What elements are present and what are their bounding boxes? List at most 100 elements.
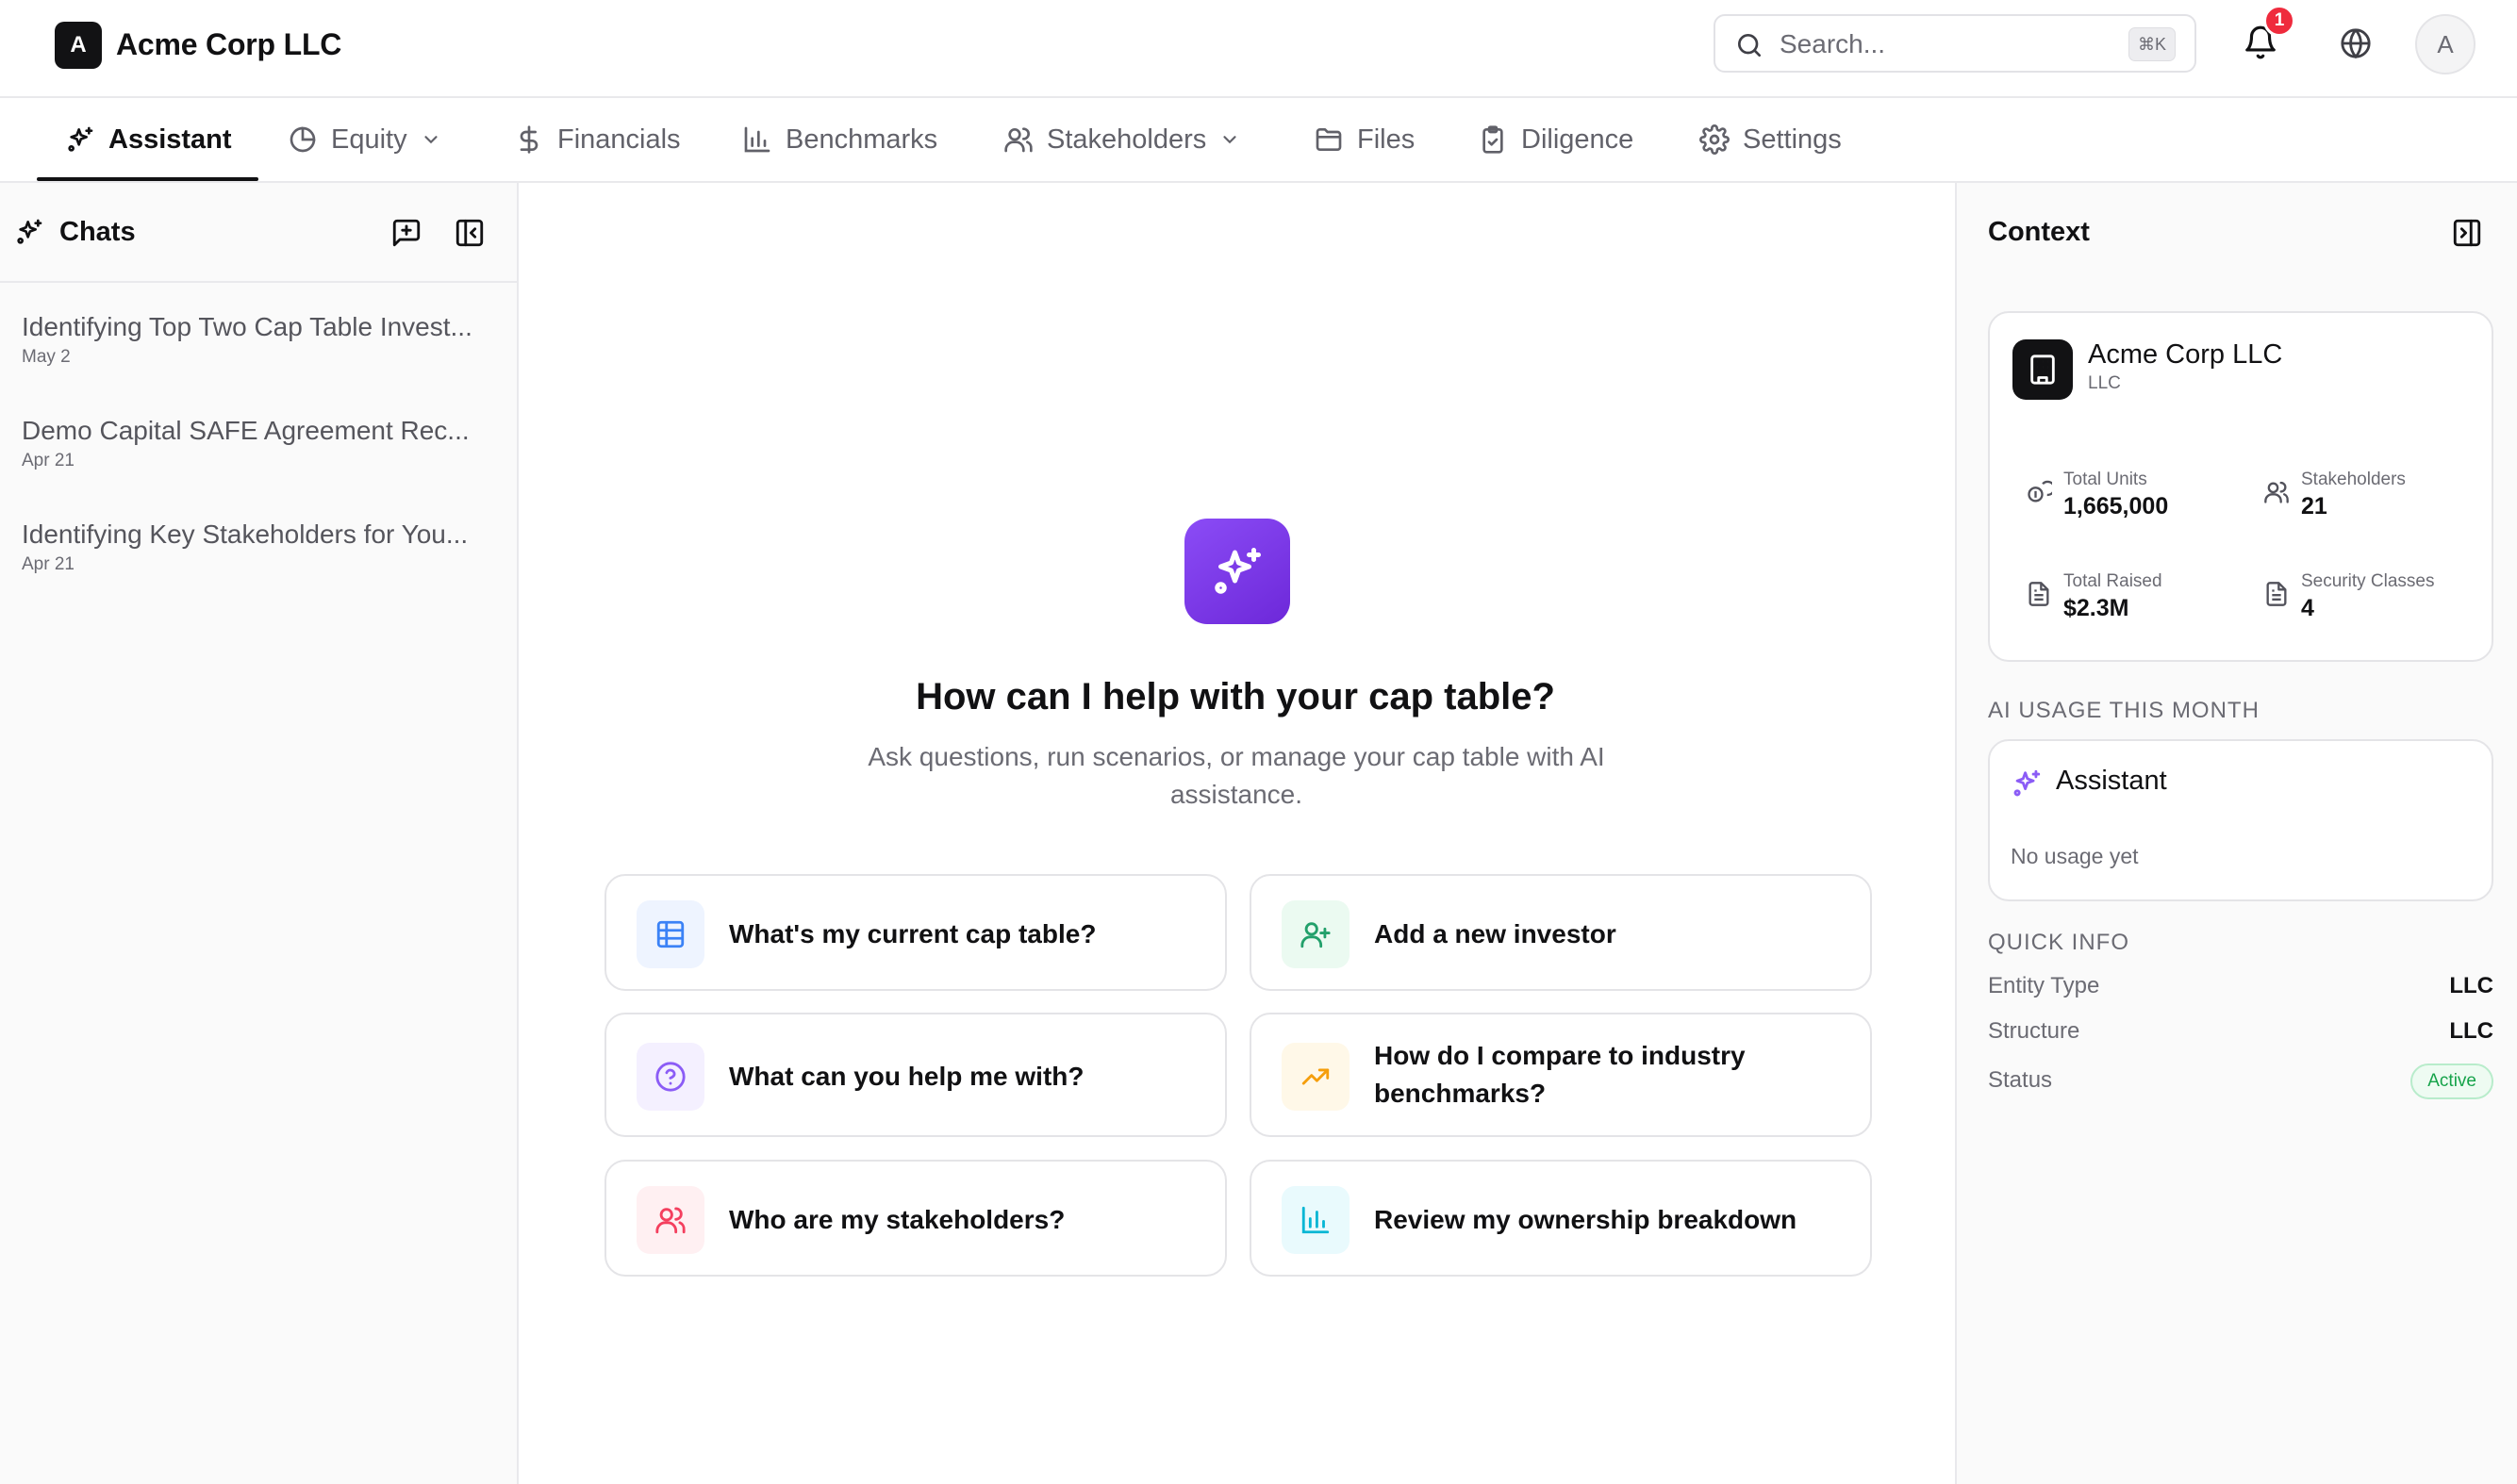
chevron-down-icon [424,136,438,144]
chat-list-item[interactable]: Identifying Key Stakeholders for You... … [22,519,493,575]
assistant-hero-icon [1184,519,1290,624]
chats-title: Chats [59,217,136,247]
help-circle-icon [637,1043,704,1111]
tab-financials[interactable]: Financials [514,98,681,181]
suggestion-label: How do I compare to industry benchmarks? [1374,1041,1746,1108]
tab-label: Financials [557,124,681,155]
quick-info-key: Status [1988,1067,2053,1093]
chat-date: Apr 21 [22,554,75,574]
main-tabs: Assistant Equity Financials Benchmarks S… [0,98,2517,183]
quick-info-row: Structure LLC [1988,1014,2493,1052]
document-icon [2026,581,2052,607]
panel-right-close-icon [2453,219,2481,247]
chat-sidebar: Chats Identifying Top Two Cap Table Inve… [0,183,519,1484]
suggestion-label: What can you help me with? [729,1062,1085,1091]
suggestion-label: Review my ownership breakdown [1374,1205,1797,1234]
suggestion-card[interactable]: Add a new investor [1250,874,1872,991]
quick-info-value: LLC [2449,973,2493,998]
company-name: Acme Corp LLC [2088,339,2283,370]
tab-label: Assistant [108,124,232,155]
tab-label: Diligence [1521,124,1634,155]
bar-chart-icon [744,126,770,153]
suggestion-card[interactable]: Review my ownership breakdown [1250,1160,1872,1277]
clipboard-check-icon [1482,125,1503,154]
tab-label: Benchmarks [786,124,938,155]
sparkles-icon [68,126,93,152]
chat-list-item[interactable]: Demo Capital SAFE Agreement Rec... Apr 2… [22,415,493,471]
stat-value: 1,665,000 [2063,493,2169,519]
dollar-icon [520,125,538,154]
quick-info-value: LLC [2449,1018,2493,1044]
chat-list-item[interactable]: Identifying Top Two Cap Table Invest... … [22,311,493,368]
suggestion-card[interactable]: What can you help me with? [604,1013,1227,1137]
ai-usage-card: Assistant No usage yet [1988,739,2493,901]
quick-info-row: Entity Type LLC [1988,969,2493,1007]
message-plus-icon [392,219,421,247]
pie-chart-icon [290,126,316,153]
table-icon [637,900,704,968]
chat-date: Apr 21 [22,451,75,470]
tab-equity[interactable]: Equity [288,98,441,181]
stat-value: 4 [2301,595,2314,621]
suggestion-card[interactable]: Who are my stakeholders? [604,1160,1227,1277]
company-type: LLC [2088,373,2121,393]
search-placeholder: Search... [1780,29,1886,58]
globe-icon [2341,28,2371,59]
chat-title: Demo Capital SAFE Agreement Rec... [22,416,470,445]
context-title: Context [1988,217,2090,247]
sparkles-icon [1215,548,1261,594]
tab-diligence[interactable]: Diligence [1478,98,1633,181]
user-plus-icon [1282,900,1350,968]
language-button[interactable] [2340,27,2372,59]
stat-label: Security Classes [2301,571,2435,591]
assistant-heading: How can I help with your cap table? [916,676,1555,717]
suggestion-card[interactable]: How do I compare to industry benchmarks? [1250,1013,1872,1137]
panel-left-close-icon [455,219,484,247]
ai-usage-name: Assistant [2056,766,2167,796]
ai-usage-section-label: AI USAGE THIS MONTH [1988,698,2260,723]
trending-up-icon [1282,1043,1350,1111]
stat-label: Total Units [2063,470,2147,489]
tab-assistant[interactable]: Assistant [65,98,232,181]
notification-badge: 1 [2263,5,2295,37]
chat-sidebar-header: Chats [0,183,517,283]
company-name: Acme Corp LLC [116,27,342,61]
assistant-subtitle: Ask questions, run scenarios, or manage … [868,742,1605,809]
building-icon [2012,339,2073,400]
suggestion-card[interactable]: What's my current cap table? [604,874,1227,991]
new-chat-button[interactable] [390,217,422,249]
suggestion-label: Who are my stakeholders? [729,1205,1066,1234]
folder-icon [1316,128,1342,151]
stat-label: Stakeholders [2301,470,2406,489]
sparkles-icon [2011,767,2043,800]
quick-info-key: Structure [1988,1018,2080,1044]
active-tab-indicator [37,177,258,181]
tab-settings[interactable]: Settings [1699,98,1842,181]
tab-stakeholders[interactable]: Stakeholders [1003,98,1240,181]
user-avatar[interactable]: A [2415,14,2476,74]
users-icon [2263,479,2290,505]
ai-usage-value: No usage yet [2011,844,2139,868]
tab-benchmarks[interactable]: Benchmarks [742,98,937,181]
document-icon [2263,581,2290,607]
collapse-context-button[interactable] [2451,217,2483,249]
search-input[interactable]: Search... ⌘K [1714,14,2196,73]
search-shortcut: ⌘K [2128,27,2176,61]
stat-value: $2.3M [2063,595,2129,621]
quick-info-section-label: QUICK INFO [1988,930,2130,955]
quick-info-key: Entity Type [1988,973,2100,998]
tab-label: Files [1357,124,1416,155]
context-panel: Context Acme Corp LLC LLC Total Units 1,… [1955,183,2517,1484]
company-logo[interactable]: A [55,22,102,69]
top-bar: A Acme Corp LLC Search... ⌘K 1 A [0,0,2517,98]
chat-date: May 2 [22,347,71,367]
chat-title: Identifying Top Two Cap Table Invest... [22,312,472,341]
tab-label: Stakeholders [1047,124,1207,155]
company-card: Acme Corp LLC LLC Total Units 1,665,000 … [1988,311,2493,662]
sparkles-icon [14,217,44,247]
collapse-sidebar-button[interactable] [454,217,486,249]
tab-files[interactable]: Files [1314,98,1415,181]
tab-label: Settings [1743,124,1842,155]
status-badge: Active [2410,1064,2493,1099]
tab-label: Equity [331,124,407,155]
